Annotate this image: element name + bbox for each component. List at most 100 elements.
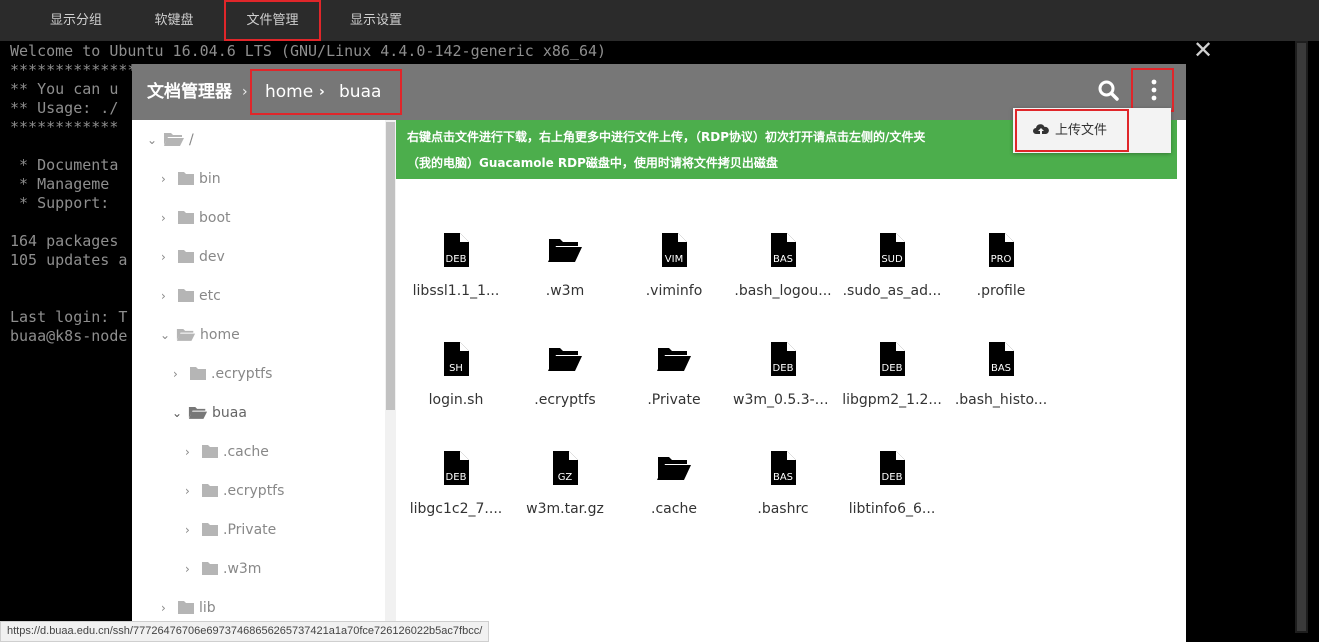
tree-item-label: .ecryptfs xyxy=(223,483,285,499)
menu-file-management[interactable]: 文件管理 xyxy=(224,0,321,41)
tree-item-dev[interactable]: › dev xyxy=(161,246,225,268)
more-options-menu: 上传文件 xyxy=(1013,108,1171,153)
folder-icon xyxy=(202,484,218,497)
menu-soft-keyboard[interactable]: 软键盘 xyxy=(138,0,210,41)
breadcrumb-home[interactable]: home xyxy=(265,71,313,117)
file-name: .sudo_as_ad... xyxy=(842,283,942,299)
file-item[interactable]: BAS .bash_histo... xyxy=(951,341,1051,431)
close-icon[interactable]: ✕ xyxy=(1192,38,1214,62)
file-name: libtinfo6_6... xyxy=(848,501,936,517)
file-item[interactable]: DEB libtinfo6_6... xyxy=(842,450,942,540)
file-name: .bash_logou... xyxy=(734,283,832,299)
status-url-bar: https://d.buaa.edu.cn/ssh/77726476706e69… xyxy=(0,621,490,642)
folder-open-icon xyxy=(657,457,691,480)
file-icon: DEB xyxy=(444,451,469,485)
file-icon: BAS xyxy=(771,451,796,485)
tree-item-buaa[interactable]: ⌄ buaa xyxy=(172,402,247,424)
tree-item-cache[interactable]: › .cache xyxy=(185,441,269,463)
chevron-right-icon: › xyxy=(185,523,190,537)
tree-item-home[interactable]: ⌄ home xyxy=(160,324,240,346)
tree-item-ecryptfs-2[interactable]: › .ecryptfs xyxy=(185,480,284,502)
file-name: w3m.tar.gz xyxy=(526,501,604,517)
chevron-down-icon: ⌄ xyxy=(147,133,158,147)
cloud-upload-icon xyxy=(1033,124,1049,135)
chevron-right-icon: › xyxy=(161,289,166,303)
file-item[interactable]: PRO .profile xyxy=(951,232,1051,322)
file-name: login.sh xyxy=(428,392,484,408)
file-name: libgc1c2_7.... xyxy=(409,501,503,517)
folder-item[interactable]: .ecryptfs xyxy=(515,341,615,431)
terminal-line: 105 updates a xyxy=(10,251,128,269)
terminal-line: 164 packages xyxy=(10,232,119,250)
tree-item-label: etc xyxy=(199,288,221,304)
menu-display-settings[interactable]: 显示设置 xyxy=(334,0,418,41)
terminal-line: * Documenta xyxy=(10,156,119,174)
search-icon[interactable] xyxy=(1096,78,1122,104)
top-menu-bar: 显示分组 软键盘 文件管理 显示设置 xyxy=(0,0,1319,41)
tree-scrollbar[interactable] xyxy=(385,120,396,642)
menu-display-group[interactable]: 显示分组 xyxy=(34,0,118,41)
upload-file-label: 上传文件 xyxy=(1055,123,1108,138)
file-item[interactable]: BAS .bashrc xyxy=(733,450,833,540)
file-icon: GZ xyxy=(553,451,578,485)
tree-item-ecryptfs[interactable]: › .ecryptfs xyxy=(173,363,272,385)
tree-item-label: .cache xyxy=(223,444,269,460)
file-manager-panel: 文档管理器 › home › buaa ⌄ / › bin › boot › dev ›… xyxy=(132,64,1186,642)
tree-item-label: home xyxy=(200,327,240,343)
file-item[interactable]: SH login.sh xyxy=(406,341,506,431)
svg-text:PRO: PRO xyxy=(991,254,1012,265)
more-options-button[interactable] xyxy=(1131,68,1174,112)
tree-item-root[interactable]: ⌄ / xyxy=(147,129,194,151)
tree-item-private[interactable]: › .Private xyxy=(185,519,276,541)
file-item[interactable]: GZ w3m.tar.gz xyxy=(515,450,615,540)
chevron-right-icon: › xyxy=(161,601,166,615)
terminal-line: * Manageme xyxy=(10,175,110,193)
more-vertical-icon xyxy=(1151,79,1157,101)
folder-icon xyxy=(178,289,194,302)
tree-item-lib[interactable]: › lib xyxy=(161,597,216,619)
chevron-right-icon: › xyxy=(161,250,166,264)
svg-text:DEB: DEB xyxy=(773,363,794,374)
tree-item-label: boot xyxy=(199,210,231,226)
file-icon: BAS xyxy=(989,342,1014,376)
breadcrumb-buaa[interactable]: buaa xyxy=(339,71,381,117)
tree-item-boot[interactable]: › boot xyxy=(161,207,231,229)
file-item[interactable]: DEB libgc1c2_7.... xyxy=(406,450,506,540)
file-icon: SUD xyxy=(880,233,905,267)
file-item[interactable]: DEB w3m_0.5.3-3... xyxy=(733,341,833,431)
file-name: libssl1.1_1... xyxy=(412,283,500,299)
file-name: .w3m xyxy=(545,283,585,299)
tree-item-etc[interactable]: › etc xyxy=(161,285,221,307)
folder-icon xyxy=(178,211,194,224)
file-item[interactable]: DEB libssl1.1_1... xyxy=(406,232,506,322)
svg-text:BAS: BAS xyxy=(773,254,793,265)
scrollbar-thumb[interactable] xyxy=(386,122,395,410)
chevron-right-icon: › xyxy=(173,367,178,381)
folder-item[interactable]: .cache xyxy=(624,450,724,540)
terminal-scrollbar[interactable] xyxy=(1295,41,1308,633)
tree-item-w3m[interactable]: › .w3m xyxy=(185,558,261,580)
svg-text:DEB: DEB xyxy=(446,472,467,483)
tree-item-label: lib xyxy=(199,600,216,616)
terminal-line: ** Usage: ./ xyxy=(10,99,119,117)
file-name: .bashrc xyxy=(757,501,809,517)
file-item[interactable]: DEB libgpm2_1.2... xyxy=(842,341,942,431)
file-item[interactable]: BAS .bash_logou... xyxy=(733,232,833,322)
upload-file-menu-item[interactable]: 上传文件 xyxy=(1015,109,1129,152)
tree-item-label: buaa xyxy=(212,405,247,421)
notice-line-2: （我的电脑）Guacamole RDP磁盘中，使用时请将文件拷贝出磁盘 xyxy=(407,156,778,170)
breadcrumb-separator: › xyxy=(242,84,248,100)
folder-item[interactable]: .w3m xyxy=(515,232,615,322)
terminal-line: Last login: T xyxy=(10,308,128,326)
file-name: libgpm2_1.2... xyxy=(842,392,942,408)
terminal-line: ** You can u xyxy=(10,80,119,98)
folder-item[interactable]: .Private xyxy=(624,341,724,431)
content-scrollbar[interactable] xyxy=(1177,179,1186,642)
file-item[interactable]: VIM .viminfo xyxy=(624,232,724,322)
svg-text:GZ: GZ xyxy=(558,472,573,483)
terminal-line: * Support: xyxy=(10,194,110,212)
scrollbar-thumb[interactable] xyxy=(1297,43,1306,631)
folder-icon xyxy=(202,445,218,458)
file-item[interactable]: SUD .sudo_as_ad... xyxy=(842,232,942,322)
tree-item-bin[interactable]: › bin xyxy=(161,168,221,190)
